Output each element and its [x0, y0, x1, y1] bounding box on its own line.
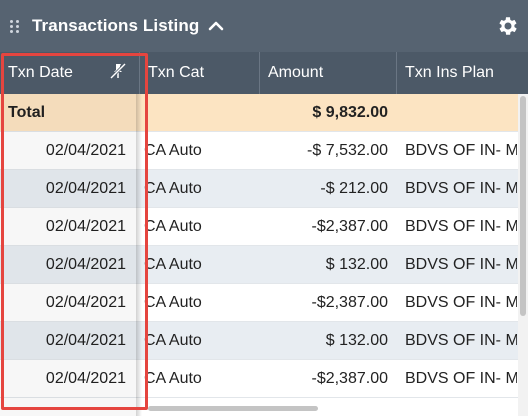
chevron-up-icon[interactable] — [207, 17, 225, 35]
cell-txn-ins-plan: BDVS OF IN- MP. — [405, 218, 517, 235]
cell-txn-cat: CA Auto — [144, 218, 202, 235]
cell-amount: $ 132.00 — [325, 256, 388, 273]
column-header-label: Txn Cat — [148, 64, 205, 81]
table-row[interactable]: 02/04/2021 CA Auto $ 132.00 BDVS OF IN- … — [0, 246, 528, 284]
cell-amount: -$2,387.00 — [311, 218, 388, 235]
cell-amount: -$ 7,532.00 — [307, 142, 388, 159]
drag-handle-icon[interactable] — [10, 19, 24, 33]
cell-txn-date: 02/04/2021 — [45, 218, 126, 235]
table-row[interactable]: 02/04/2021 CA Auto -$2,387.00 BDVS OF IN… — [0, 360, 528, 398]
vertical-scrollbar-thumb[interactable] — [520, 96, 526, 316]
column-header-amount[interactable]: Amount — [260, 52, 397, 94]
cell-txn-date: 02/04/2021 — [45, 256, 126, 273]
column-header-txn-date[interactable]: Txn Date — [0, 52, 140, 94]
grid-body: Total $ 9,832.00 02/04/2021 CA Auto -$ 7… — [0, 94, 528, 416]
table-row[interactable]: 02/04/2021 CA Auto -$2,387.00 BDVS OF IN… — [0, 284, 528, 322]
table-row[interactable]: 02/04/2021 CA Auto -$2,387.00 BDVS OF IN… — [0, 208, 528, 246]
table-row[interactable]: 02/04/2021 CA Auto $ 132.00 BDVS OF IN- … — [0, 322, 528, 360]
cell-amount: -$2,387.00 — [311, 294, 388, 311]
cell-txn-cat: CA Auto — [144, 180, 202, 197]
cell-txn-ins-plan: BDVS OF IN- MP. — [405, 180, 517, 197]
column-header-label: Amount — [268, 64, 324, 81]
column-header-txn-cat[interactable]: Txn Cat — [140, 52, 260, 94]
cell-amount: -$ 212.00 — [320, 180, 388, 197]
cell-txn-cat: CA Auto — [144, 332, 202, 349]
cell-txn-cat: CA Auto — [144, 256, 202, 273]
pinned-column-shadow — [136, 94, 142, 416]
gear-icon[interactable] — [496, 14, 520, 38]
cell-txn-ins-plan: BDVS OF IN- MP. — [405, 332, 517, 349]
grid-header: Txn Date Txn Cat Amount Txn Ins Plan — [0, 52, 528, 94]
column-header-label: Txn Date — [8, 64, 73, 81]
cell-txn-date: 02/04/2021 — [45, 294, 126, 311]
cell-txn-ins-plan: BDVS OF IN- MP. — [405, 256, 517, 273]
cell-amount: -$2,387.00 — [311, 370, 388, 387]
column-header-label: Txn Ins Plan — [405, 64, 494, 81]
widget-title: Transactions Listing — [32, 16, 200, 35]
cell-txn-cat: CA Auto — [144, 294, 202, 311]
horizontal-scrollbar-thumb[interactable] — [148, 406, 318, 411]
cell-txn-cat: CA Auto — [144, 370, 202, 387]
total-amount: $ 9,832.00 — [312, 104, 388, 121]
table-row[interactable]: 02/04/2021 CA Auto -$ 7,532.00 BDVS OF I… — [0, 132, 528, 170]
total-label: Total — [8, 104, 46, 121]
cell-txn-date: 02/04/2021 — [45, 332, 126, 349]
cell-txn-cat: CA Auto — [144, 142, 202, 159]
column-header-txn-ins-plan[interactable]: Txn Ins Plan — [397, 52, 528, 94]
cell-txn-date: 02/04/2021 — [45, 370, 126, 387]
table-row[interactable]: 02/04/2021 CA Auto -$ 212.00 BDVS OF IN-… — [0, 170, 528, 208]
cell-txn-ins-plan: BDVS OF IN- MP. — [405, 370, 517, 387]
widget-title-bar: Transactions Listing — [0, 0, 528, 52]
cell-txn-ins-plan: BDVS OF IN- MP. — [405, 294, 517, 311]
cell-txn-date: 02/04/2021 — [45, 180, 126, 197]
total-row: Total $ 9,832.00 — [0, 94, 528, 132]
cell-txn-ins-plan: BDVS OF IN- MP. — [405, 142, 517, 159]
unpin-icon[interactable] — [109, 62, 127, 85]
cell-amount: $ 132.00 — [325, 332, 388, 349]
cell-txn-date: 02/04/2021 — [45, 142, 126, 159]
